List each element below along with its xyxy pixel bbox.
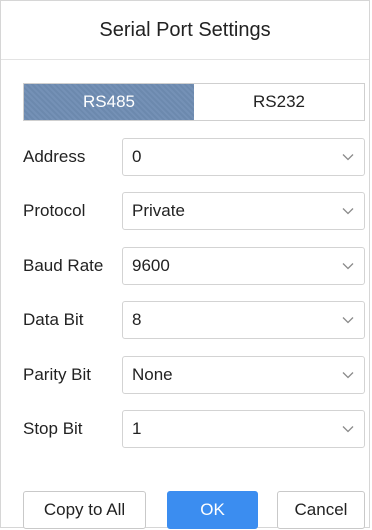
chevron-down-icon xyxy=(342,153,354,161)
chevron-down-icon xyxy=(342,371,354,379)
baud-rate-label: Baud Rate xyxy=(23,256,104,275)
protocol-value: Private xyxy=(132,201,185,220)
stop-bit-label: Stop Bit xyxy=(23,419,83,438)
dialog-header: Serial Port Settings xyxy=(1,1,369,60)
data-bit-select[interactable]: 8 xyxy=(122,301,365,339)
parity-bit-value: None xyxy=(132,365,173,384)
baud-rate-row: Baud Rate 9600 xyxy=(23,247,365,285)
address-row: Address 0 xyxy=(23,138,365,176)
serial-port-settings-dialog: Serial Port Settings RS485 RS232 Address… xyxy=(0,0,370,529)
protocol-label: Protocol xyxy=(23,201,86,220)
chevron-down-icon xyxy=(342,207,354,215)
tab-rs485[interactable]: RS485 xyxy=(24,84,194,120)
ok-button[interactable]: OK xyxy=(167,491,258,529)
address-select[interactable]: 0 xyxy=(122,138,365,176)
stop-bit-select[interactable]: 1 xyxy=(122,410,365,448)
address-value: 0 xyxy=(132,147,142,166)
baud-rate-select[interactable]: 9600 xyxy=(122,247,365,285)
parity-bit-select[interactable]: None xyxy=(122,356,365,394)
baud-rate-value: 9600 xyxy=(132,256,170,275)
dialog-title: Serial Port Settings xyxy=(99,18,271,41)
tab-rs232[interactable]: RS232 xyxy=(194,84,364,120)
chevron-down-icon xyxy=(342,262,354,270)
data-bit-row: Data Bit 8 xyxy=(23,301,365,339)
protocol-select[interactable]: Private xyxy=(122,192,365,230)
stop-bit-row: Stop Bit 1 xyxy=(23,410,365,448)
parity-bit-label: Parity Bit xyxy=(23,365,92,384)
data-bit-value: 8 xyxy=(132,310,142,329)
chevron-down-icon xyxy=(342,316,354,324)
protocol-row: Protocol Private xyxy=(23,192,365,230)
copy-to-all-button[interactable]: Copy to All xyxy=(23,491,146,529)
address-label: Address xyxy=(23,147,86,166)
data-bit-label: Data Bit xyxy=(23,310,84,329)
parity-bit-row: Parity Bit None xyxy=(23,356,365,394)
stop-bit-value: 1 xyxy=(132,419,142,438)
port-type-tabs: RS485 RS232 xyxy=(23,83,365,121)
cancel-button[interactable]: Cancel xyxy=(277,491,365,529)
chevron-down-icon xyxy=(342,425,354,433)
